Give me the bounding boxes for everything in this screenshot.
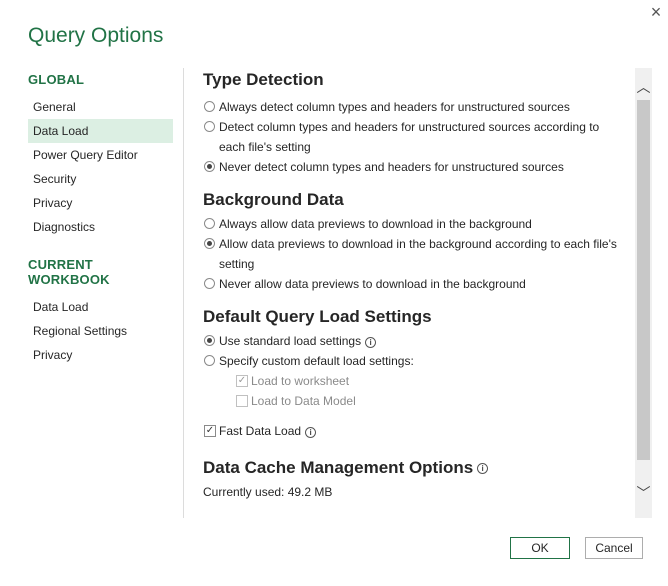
sidebar-item-power-query-editor[interactable]: Power Query Editor: [28, 143, 173, 167]
background-always-option[interactable]: Always allow data previews to download i…: [203, 214, 623, 234]
sidebar-item-security[interactable]: Security: [28, 167, 173, 191]
option-label: Specify custom default load settings:: [219, 354, 414, 368]
cache-title: Data Cache Management Options i: [203, 458, 623, 478]
background-data-title: Background Data: [203, 190, 344, 209]
type-detection-title: Type Detection: [203, 70, 324, 89]
option-label: Use standard load settings: [219, 334, 362, 348]
sidebar: GLOBAL General Data Load Power Query Edi…: [28, 72, 178, 367]
option-label: Always detect column types and headers f…: [219, 100, 570, 114]
radio-button[interactable]: [204, 101, 215, 112]
info-icon[interactable]: i: [365, 337, 377, 348]
standard-load-option[interactable]: Use standard load settings i: [203, 331, 623, 351]
radio-button-selected[interactable]: [204, 238, 215, 249]
sidebar-item-workbook-privacy[interactable]: Privacy: [28, 343, 173, 367]
option-label: Load to worksheet: [251, 374, 350, 388]
info-icon[interactable]: i: [477, 463, 489, 474]
info-icon[interactable]: i: [305, 427, 317, 438]
option-label: Always allow data previews to download i…: [219, 217, 532, 231]
cancel-button[interactable]: Cancel: [585, 537, 643, 559]
radio-button[interactable]: [204, 278, 215, 289]
radio-button-selected[interactable]: [204, 335, 215, 346]
radio-button-selected[interactable]: [204, 161, 215, 172]
option-label: Never allow data previews to download in…: [219, 277, 526, 291]
option-label: Allow data previews to download in the b…: [219, 237, 617, 271]
load-to-worksheet-checkbox[interactable]: ✓ Load to worksheet: [235, 371, 623, 391]
checkbox-disabled[interactable]: [236, 395, 248, 407]
cache-currently-used: Currently used: 49.2 MB: [203, 485, 333, 499]
scroll-up-icon[interactable]: ︿: [635, 76, 652, 98]
global-header: GLOBAL: [28, 72, 85, 87]
cache-title-text: Data Cache Management Options: [203, 458, 474, 477]
fast-data-load-checkbox[interactable]: ✓ Fast Data Load i: [203, 421, 623, 441]
ok-button[interactable]: OK: [510, 537, 570, 559]
sidebar-divider: [183, 68, 184, 518]
sidebar-item-workbook-data-load[interactable]: Data Load: [28, 295, 173, 319]
sidebar-item-general[interactable]: General: [28, 95, 173, 119]
radio-button[interactable]: [204, 121, 215, 132]
sidebar-item-data-load[interactable]: Data Load: [28, 119, 173, 143]
load-settings-title: Default Query Load Settings: [203, 307, 432, 326]
sidebar-item-diagnostics[interactable]: Diagnostics: [28, 215, 173, 239]
dialog-title: Query Options: [28, 24, 164, 47]
option-label: Load to Data Model: [251, 394, 356, 408]
load-to-data-model-checkbox[interactable]: Load to Data Model: [235, 391, 623, 411]
background-never-option[interactable]: Never allow data previews to download in…: [203, 274, 623, 294]
option-label: Detect column types and headers for unst…: [219, 120, 600, 154]
close-icon[interactable]: ×: [646, 2, 666, 22]
checkbox-checked[interactable]: ✓: [204, 425, 216, 437]
scrollbar[interactable]: ︿ ﹀: [635, 68, 652, 518]
options-content: Type Detection Always detect column type…: [203, 70, 623, 520]
current-workbook-header: CURRENT WORKBOOK: [28, 257, 110, 287]
custom-load-option[interactable]: Specify custom default load settings:: [203, 351, 623, 371]
type-detection-never-option[interactable]: Never detect column types and headers fo…: [203, 157, 623, 177]
type-detection-per-file-option[interactable]: Detect column types and headers for unst…: [203, 117, 623, 157]
checkbox-checked-disabled[interactable]: ✓: [236, 375, 248, 387]
option-label: Fast Data Load: [219, 424, 302, 438]
radio-button[interactable]: [204, 355, 215, 366]
type-detection-always-option[interactable]: Always detect column types and headers f…: [203, 97, 623, 117]
background-per-file-option[interactable]: Allow data previews to download in the b…: [203, 234, 623, 274]
option-label: Never detect column types and headers fo…: [219, 160, 564, 174]
scroll-thumb[interactable]: [637, 100, 650, 460]
radio-button[interactable]: [204, 218, 215, 229]
sidebar-item-regional-settings[interactable]: Regional Settings: [28, 319, 173, 343]
sidebar-item-privacy[interactable]: Privacy: [28, 191, 173, 215]
scroll-down-icon[interactable]: ﹀: [635, 482, 652, 504]
